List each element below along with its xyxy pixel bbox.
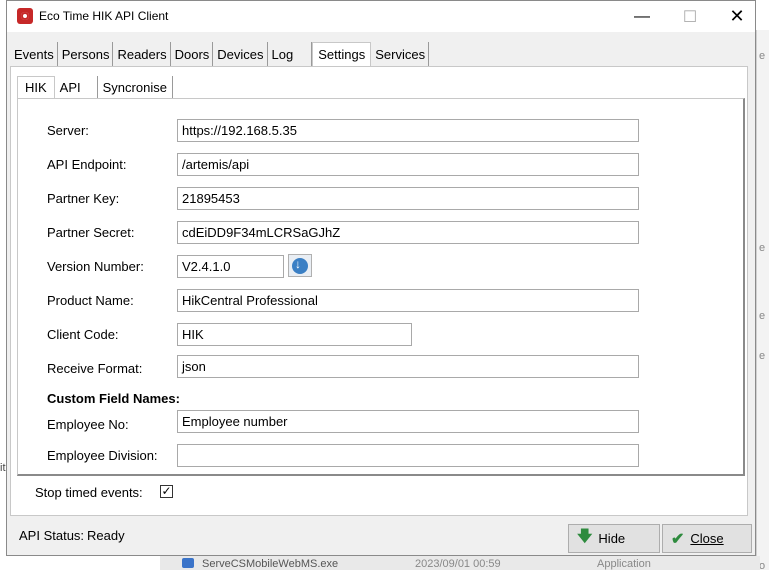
server-label: Server: — [47, 123, 89, 138]
product-name-field[interactable]: HikCentral Professional — [177, 289, 639, 312]
background-char: e — [759, 350, 766, 362]
main-tab-strip: Events Persons Readers Doors Devices Log… — [10, 42, 430, 66]
background-char: e — [759, 50, 766, 62]
employee-division-field[interactable] — [177, 444, 639, 467]
api-endpoint-field[interactable]: /artemis/api — [177, 153, 639, 176]
api-status-label: API Status: — [19, 528, 85, 543]
app-camera-icon — [17, 8, 33, 24]
tab-settings[interactable]: Settings — [312, 42, 372, 66]
tab-persons[interactable]: Persons — [58, 42, 114, 66]
tab-syncronise[interactable]: Syncronise — [98, 76, 173, 98]
custom-field-names-heading: Custom Field Names: — [47, 391, 180, 406]
employee-division-label: Employee Division: — [47, 448, 158, 463]
tab-events[interactable]: Events — [10, 42, 58, 66]
tab-services[interactable]: Services — [371, 42, 430, 66]
title-bar[interactable]: Eco Time HIK API Client — ☐ ✕ — [7, 1, 755, 32]
receive-format-field[interactable]: json — [177, 355, 639, 378]
receive-format-label: Receive Format: — [47, 361, 143, 376]
background-row-type: Application — [597, 558, 651, 570]
background-list-row: ServeCSMobileWebMS.exe 2023/09/01 00:59 … — [160, 556, 760, 570]
product-name-label: Product Name: — [47, 293, 134, 308]
settings-tab-strip: HIK API Syncronise — [17, 76, 173, 99]
tab-doors[interactable]: Doors — [171, 42, 214, 66]
tab-devices[interactable]: Devices — [213, 42, 268, 66]
background-row-date: 2023/09/01 00:59 — [415, 558, 501, 570]
api-endpoint-label: API Endpoint: — [47, 157, 127, 172]
maximize-button[interactable]: ☐ — [667, 1, 713, 32]
partner-key-field[interactable]: 21895453 — [177, 187, 639, 210]
background-char: e — [759, 242, 766, 254]
tab-readers[interactable]: Readers — [113, 42, 171, 66]
server-field[interactable]: https://192.168.5.35 — [177, 119, 639, 142]
close-button-label: Close — [690, 531, 724, 546]
hide-button-label: Hide — [598, 531, 626, 546]
checkmark-icon: ✔ — [671, 530, 685, 548]
client-code-field[interactable]: HIK — [177, 323, 412, 346]
background-row-name: ServeCSMobileWebMS.exe — [202, 558, 339, 570]
background-window-strip: e e e e o — [756, 30, 769, 572]
background-char: e — [759, 310, 766, 322]
close-window-button[interactable]: ✕ — [714, 1, 760, 32]
partner-secret-label: Partner Secret: — [47, 225, 135, 240]
arrow-down-icon: 🡇 — [577, 528, 593, 545]
application-icon — [182, 558, 194, 568]
tab-hik[interactable]: HIK — [17, 76, 55, 99]
background-text: it — [0, 462, 6, 474]
tab-api[interactable]: API — [55, 76, 98, 98]
stop-timed-events-label: Stop timed events: — [35, 485, 143, 500]
version-number-field[interactable]: V2.4.1.0 — [177, 255, 284, 278]
client-code-label: Client Code: — [47, 327, 119, 342]
hide-button[interactable]: 🡇 Hide — [568, 524, 660, 553]
partner-secret-field[interactable]: cdEiDD9F34mLCRSaGJhZ — [177, 221, 639, 244]
window-title: Eco Time HIK API Client — [39, 9, 169, 23]
employee-no-label: Employee No: — [47, 417, 129, 432]
stop-timed-events-checkbox[interactable]: ✓ — [160, 485, 173, 498]
version-number-label: Version Number: — [47, 259, 144, 274]
partner-key-label: Partner Key: — [47, 191, 120, 206]
api-status-value: Ready — [87, 528, 125, 543]
cloud-download-icon — [292, 257, 308, 274]
employee-no-field[interactable]: Employee number — [177, 410, 639, 433]
close-button[interactable]: ✔ Close — [662, 524, 752, 553]
tab-log[interactable]: Log — [268, 42, 313, 66]
minimize-button[interactable]: — — [619, 1, 665, 32]
download-version-button[interactable] — [288, 254, 312, 277]
